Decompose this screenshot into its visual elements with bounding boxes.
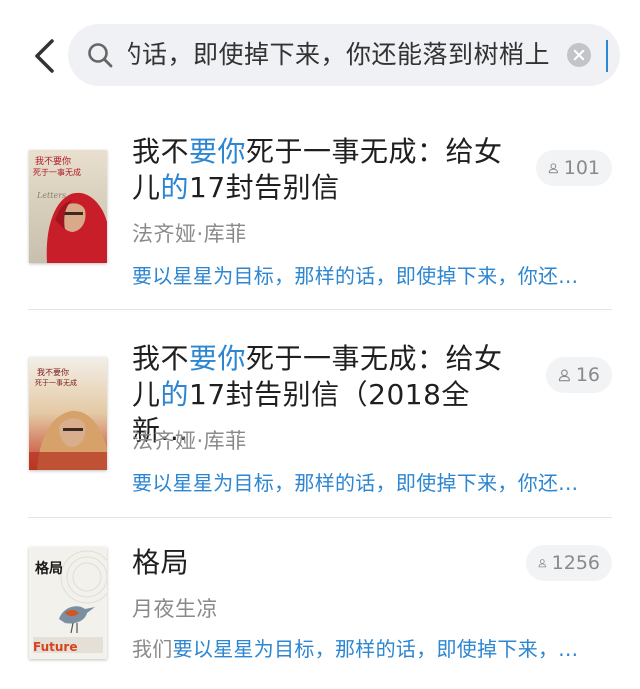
svg-text:死于一事无成: 死于一事无成 [35,378,77,387]
reader-count: 16 [575,364,600,386]
reader-count-badge: 16 [546,357,612,393]
search-query-text: 的话，即使掉下来，你还能落到树梢上 [128,40,550,69]
clear-search-button[interactable] [567,43,591,67]
book-author: 法齐娅·库菲 [132,222,247,246]
chevron-left-icon [35,39,54,73]
match-snippet: 要以星星为目标，那样的话，即使掉下来，你还... [132,264,579,288]
search-icon [88,43,113,68]
reader-count-badge: 101 [536,150,612,186]
book-result-item[interactable]: 格局 Future 格局 月夜生凉 我们要以星星为目标，那样的话，即使掉下来，.… [0,519,640,689]
book-author: 法齐娅·库菲 [132,429,247,453]
svg-text:死于一事无成: 死于一事无成 [33,167,81,177]
svg-text:我不要你: 我不要你 [37,367,69,377]
divider [28,517,612,518]
svg-text:格局: 格局 [35,560,63,577]
book-cover: 格局 Future [29,547,107,659]
svg-text:Letters: Letters [36,191,66,200]
svg-text:我不要你: 我不要你 [35,155,71,167]
reader-count-badge: 1256 [526,545,612,581]
match-snippet: 我们要以星星为目标，那样的话，即使掉下来，... [132,637,579,661]
book-result-item[interactable]: 我不要你 死于一事无成 Letters 我不要你死于一事无成：给女儿的17封告别… [0,110,640,310]
search-header: 的话，即使掉下来，你还能落到树梢上 [0,0,640,110]
person-icon [538,559,547,568]
book-author: 月夜生凉 [132,597,218,621]
back-button[interactable] [26,34,62,78]
person-icon [548,163,559,174]
book-title: 格局 [132,546,190,579]
divider [28,309,612,310]
person-icon [558,369,570,382]
svg-text:Future: Future [33,640,77,654]
match-snippet: 要以星星为目标，那样的话，即使掉下来，你还... [132,471,579,495]
book-cover: 我不要你 死于一事无成 [29,357,107,470]
search-input[interactable]: 的话，即使掉下来，你还能落到树梢上 [68,24,620,86]
book-title: 我不要你死于一事无成：给女儿的17封告别信 [132,135,503,204]
book-result-item[interactable]: 我不要你 死于一事无成 我不要你死于一事无成：给女儿的17封告别信（2018全新… [0,311,640,518]
reader-count: 1256 [551,552,600,574]
book-cover: 我不要你 死于一事无成 Letters [29,150,107,263]
text-caret [606,40,608,72]
reader-count: 101 [563,157,600,179]
